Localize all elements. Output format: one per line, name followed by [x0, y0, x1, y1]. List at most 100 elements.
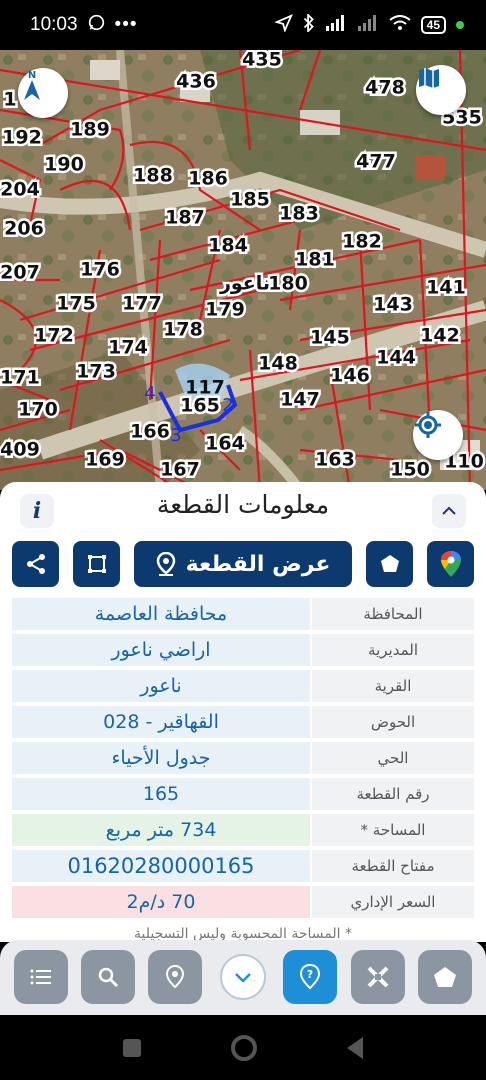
parcel-label-170: 170: [18, 399, 58, 421]
row-area: 734 متر مربع المساحة *: [12, 814, 474, 846]
parcel-label-164: 164: [205, 433, 245, 455]
recents-icon[interactable]: [123, 1038, 141, 1057]
parcel-label-187: 187: [165, 207, 205, 229]
row-district: جدول الأحياء الحي: [12, 742, 474, 774]
share-icon: [26, 554, 45, 574]
system-nav-bar: [0, 1015, 486, 1080]
parcel-key-label: مفتاح القطعة: [312, 850, 474, 882]
parcel-label-436: 436: [176, 71, 216, 93]
parcel-label-184: 184: [208, 235, 248, 257]
parcel-number-label: رقم القطعة: [312, 778, 474, 810]
compass-north-icon[interactable]: N: [18, 68, 68, 118]
parcel-label-169: 169: [85, 449, 125, 471]
parcel-label-175: 175: [56, 293, 96, 315]
parcel-label-189: 189: [70, 119, 110, 141]
parcel-label-144: 144: [376, 347, 416, 369]
parcel-label-181: 181: [295, 249, 335, 271]
list-icon: [30, 969, 51, 985]
parcel-label-166: 166: [130, 421, 170, 443]
bottom-toolbar: ?: [0, 940, 486, 1015]
pentagon-star-icon: [380, 555, 399, 572]
parcel-label-204: 204: [0, 179, 40, 201]
list-button[interactable]: [14, 950, 68, 1004]
show-parcel-button[interactable]: عرض القطعة: [134, 541, 352, 587]
parcel-label-435: 435: [242, 50, 282, 71]
status-bar: 10:03 ••• 45: [0, 0, 486, 50]
district-value: جدول الأحياء: [12, 742, 310, 774]
bluetooth-icon: [303, 12, 315, 36]
directorate-label: المديرية: [312, 634, 474, 666]
parcel-label-145: 145: [310, 327, 350, 349]
row-directorate: اراضي ناعور المديرية: [12, 634, 474, 666]
my-location-icon[interactable]: [413, 410, 463, 460]
parcel-label-186: 186: [188, 168, 228, 190]
parcel-label-150: 150: [390, 459, 430, 481]
home-button[interactable]: [418, 950, 472, 1004]
notification-dot: [456, 21, 464, 29]
admin-price-label: السعر الإداري: [312, 886, 474, 918]
parcel-label-180: 180: [268, 273, 308, 295]
governorate-value: محافظة العاصمة: [12, 598, 310, 630]
signal-icon: [325, 15, 347, 35]
share-button[interactable]: [12, 541, 59, 587]
basin-label: الحوض: [312, 706, 474, 738]
location-pin-icon: [165, 965, 185, 989]
row-village: ناعور القرية: [12, 670, 474, 702]
parcel-label-142: 142: [420, 325, 460, 347]
map-layers-icon[interactable]: [416, 65, 466, 115]
location-button[interactable]: [148, 950, 202, 1004]
basin-value: القهاقير - 028: [12, 706, 310, 738]
parcel-number-value: 165: [12, 778, 310, 810]
map-view[interactable]: 435 436 478 535 192 189 190 477 188 186 204 185 183 2…: [0, 50, 486, 490]
parcel-label-174: 174: [108, 337, 148, 359]
action-row: عرض القطعة: [12, 541, 474, 587]
tools-icon: [367, 966, 389, 988]
area-label: المساحة *: [312, 814, 474, 846]
back-icon[interactable]: [347, 1036, 363, 1059]
chevron-up-icon[interactable]: [432, 494, 466, 528]
vertex-label-2: 2: [222, 395, 233, 416]
parcel-key-value: 01620280000165: [12, 850, 310, 882]
panel-title: معلومات القطعة: [156, 490, 330, 519]
whatsapp-icon: [88, 14, 105, 37]
row-parcel-key: 01620280000165 مفتاح القطعة: [12, 850, 474, 882]
district-label: الحي: [312, 742, 474, 774]
parcel-label-148: 148: [258, 353, 298, 375]
show-parcel-label: عرض القطعة: [185, 551, 331, 577]
parcel-label-143: 143: [373, 294, 413, 316]
search-button[interactable]: [81, 950, 135, 1004]
parcel-label-179: 179: [205, 299, 245, 321]
parcel-label-177: 177: [122, 293, 162, 315]
parcel-label-190: 190: [44, 154, 84, 176]
parcel-label-176: 176: [80, 259, 120, 281]
parcel-label-171: 171: [0, 367, 40, 389]
home-nav-icon[interactable]: [231, 1034, 257, 1061]
favorite-button[interactable]: [366, 541, 413, 587]
parcel-label-172: 172: [34, 325, 74, 347]
parcel-label-178: 178: [163, 319, 203, 341]
area-value: 734 متر مربع: [12, 814, 310, 846]
row-parcel-number: 165 رقم القطعة: [12, 778, 474, 810]
village-value: ناعور: [12, 670, 310, 702]
search-icon: [98, 967, 119, 988]
polygon-icon: [87, 555, 106, 573]
location-pin-icon: [156, 552, 175, 576]
parcel-label-146: 146: [330, 365, 370, 387]
parcel-label-167: 167: [160, 459, 200, 481]
parcel-query-button[interactable]: ?: [283, 950, 337, 1004]
row-basin: القهاقير - 028 الحوض: [12, 706, 474, 738]
parcel-bounds-button[interactable]: [73, 541, 120, 587]
parcel-label-409: 409: [0, 439, 40, 461]
parcel-label-1: 1: [3, 89, 16, 111]
parcel-label-141: 141: [426, 277, 466, 299]
row-admin-price: 70 د/م2 السعر الإداري: [12, 886, 474, 918]
svg-text:?: ?: [307, 968, 313, 981]
collapse-button[interactable]: [216, 950, 270, 1004]
parcel-label-163: 163: [315, 449, 355, 471]
tools-button[interactable]: [351, 950, 405, 1004]
google-maps-button[interactable]: [427, 541, 474, 587]
parcel-label-182: 182: [342, 231, 382, 253]
signal-2-icon: [357, 15, 379, 35]
chevron-down-icon: [220, 954, 266, 1000]
admin-price-value: 70 د/م2: [12, 886, 310, 918]
